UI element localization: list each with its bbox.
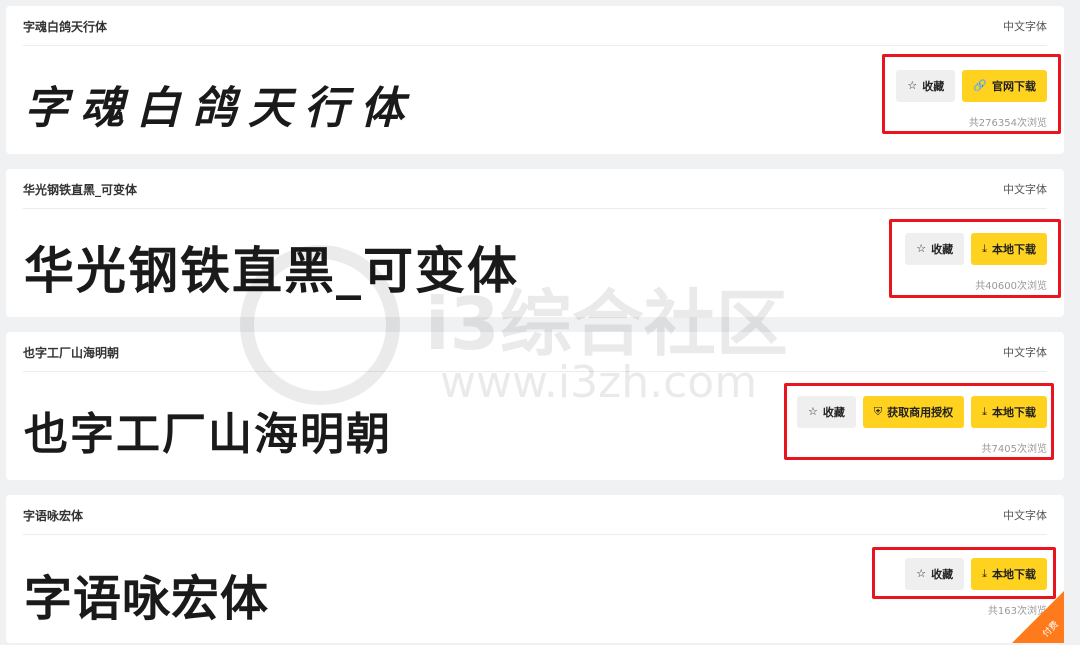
star-icon: ☆ <box>907 79 918 92</box>
favorite-label: 收藏 <box>822 407 845 419</box>
font-category[interactable]: 中文字体 <box>1003 18 1047 34</box>
font-card: 也字工厂山海明朝 中文字体 也字工厂山海明朝 ☆ 收藏 ⛨ 获取商用授权 ⤓ 本… <box>6 332 1064 480</box>
local-download-label: 本地下载 <box>992 244 1036 256</box>
download-icon: ⤓ <box>982 567 987 580</box>
download-icon: ⤓ <box>982 405 987 418</box>
local-download-button[interactable]: ⤓ 本地下载 <box>971 396 1047 428</box>
local-download-label: 本地下载 <box>992 569 1036 581</box>
official-download-label: 官网下载 <box>992 81 1036 93</box>
link-icon: 🔗 <box>973 79 987 92</box>
commercial-license-button[interactable]: ⛨ 获取商用授权 <box>862 396 965 428</box>
download-icon: ⤓ <box>982 242 987 255</box>
favorite-label: 收藏 <box>931 244 954 256</box>
font-name[interactable]: 也字工厂山海明朝 <box>23 344 119 361</box>
font-card: 字语咏宏体 中文字体 字语咏宏体 ☆ 收藏 ⤓ 本地下载 共163次浏览 付费 <box>6 495 1064 643</box>
card-header: 字语咏宏体 中文字体 <box>23 495 1047 535</box>
font-preview[interactable]: 也字工厂山海明朝 <box>24 398 392 462</box>
local-download-button[interactable]: ⤓ 本地下载 <box>971 233 1047 265</box>
shield-icon: ⛨ <box>873 405 883 418</box>
local-download-button[interactable]: ⤓ 本地下载 <box>971 558 1047 590</box>
font-category[interactable]: 中文字体 <box>1003 344 1047 360</box>
commercial-license-label: 获取商用授权 <box>887 407 954 419</box>
favorite-button[interactable]: ☆ 收藏 <box>797 396 856 428</box>
card-header: 华光钢铁直黑_可变体 中文字体 <box>23 169 1047 209</box>
font-name[interactable]: 华光钢铁直黑_可变体 <box>23 181 137 198</box>
card-header: 也字工厂山海明朝 中文字体 <box>23 332 1047 372</box>
favorite-label: 收藏 <box>922 81 945 93</box>
star-icon: ☆ <box>916 242 927 255</box>
font-category[interactable]: 中文字体 <box>1003 507 1047 523</box>
local-download-label: 本地下载 <box>992 407 1036 419</box>
card-header: 字魂白鸽天行体 中文字体 <box>23 6 1047 46</box>
favorite-button[interactable]: ☆ 收藏 <box>905 558 965 590</box>
favorite-label: 收藏 <box>931 569 954 581</box>
view-count: 共7405次浏览 <box>981 444 1047 455</box>
font-preview[interactable]: 华光钢铁直黑_可变体 <box>24 231 519 303</box>
paid-badge <box>1012 591 1064 643</box>
font-name[interactable]: 字魂白鸽天行体 <box>23 18 107 35</box>
font-card: 华光钢铁直黑_可变体 中文字体 华光钢铁直黑_可变体 ☆ 收藏 ⤓ 本地下载 共… <box>6 169 1064 317</box>
font-preview[interactable]: 字魂白鸽天行体 <box>24 72 416 136</box>
font-card: 字魂白鸽天行体 中文字体 字魂白鸽天行体 ☆ 收藏 🔗 官网下载 共276354… <box>6 6 1064 154</box>
font-preview[interactable]: 字语咏宏体 <box>24 559 269 629</box>
favorite-button[interactable]: ☆ 收藏 <box>896 70 956 102</box>
official-download-button[interactable]: 🔗 官网下载 <box>962 70 1047 102</box>
font-category[interactable]: 中文字体 <box>1003 181 1047 197</box>
star-icon: ☆ <box>808 405 818 418</box>
favorite-button[interactable]: ☆ 收藏 <box>905 233 965 265</box>
font-name[interactable]: 字语咏宏体 <box>23 507 83 524</box>
view-count: 共276354次浏览 <box>968 118 1047 129</box>
star-icon: ☆ <box>916 567 927 580</box>
view-count: 共40600次浏览 <box>975 281 1047 292</box>
